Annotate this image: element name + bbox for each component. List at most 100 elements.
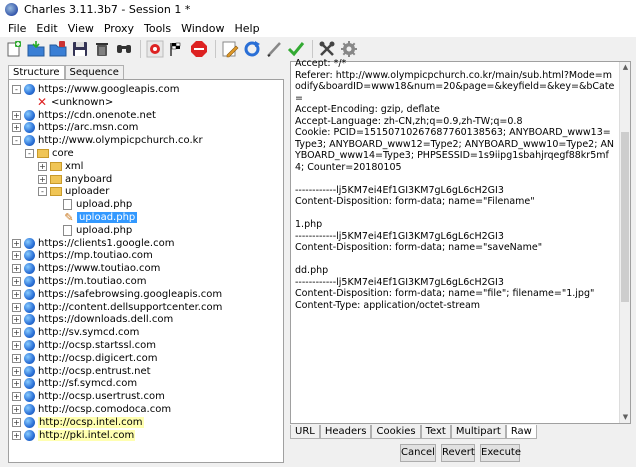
tab-multipart[interactable]: Multipart — [450, 425, 506, 439]
tab-text[interactable]: Text — [420, 425, 451, 439]
tab-sequence[interactable]: Sequence — [64, 65, 124, 79]
toolbar-separator — [215, 40, 216, 58]
raw-request-text[interactable]: Accept: */* Referer: http://www.olympicp… — [295, 58, 615, 418]
repeat-icon[interactable] — [242, 39, 262, 59]
expand-icon[interactable]: + — [12, 123, 21, 133]
import-icon[interactable] — [48, 39, 68, 59]
expand-icon[interactable]: + — [38, 161, 47, 171]
menu-proxy[interactable]: Proxy — [100, 22, 140, 35]
tools-icon[interactable] — [317, 39, 337, 59]
tree-node-label: http://sf.symcd.com — [38, 378, 138, 390]
menu-tools[interactable]: Tools — [140, 22, 177, 35]
expand-icon[interactable]: + — [12, 315, 21, 325]
tab-url[interactable]: URL — [290, 425, 320, 439]
expand-icon[interactable]: + — [12, 430, 21, 440]
expand-icon[interactable]: + — [12, 379, 21, 389]
tree-node[interactable]: + http://content.dellsupportcenter.com — [12, 301, 222, 314]
tree-node[interactable]: + xml — [38, 160, 83, 173]
edit-icon[interactable] — [220, 39, 240, 59]
expand-icon[interactable]: + — [12, 277, 21, 286]
clear-session-icon[interactable] — [92, 39, 112, 59]
expand-icon[interactable]: + — [12, 392, 21, 402]
tree-node[interactable]: + http://sv.symcd.com — [12, 326, 139, 339]
tree-node[interactable]: + http://ocsp.startssl.com — [12, 339, 156, 352]
tree-node[interactable]: + http://ocsp.comodoca.com — [12, 403, 171, 416]
expand-icon[interactable]: + — [12, 417, 21, 427]
tree-node-label: http://ocsp.digicert.com — [38, 352, 158, 364]
tree-node[interactable]: upload.php — [51, 224, 132, 237]
tree-node[interactable]: + http://ocsp.entrust.net — [12, 365, 151, 378]
collapse-icon[interactable]: - — [38, 187, 47, 197]
tree-node-label: http://ocsp.intel.com — [38, 416, 144, 428]
tree-node[interactable]: ✎ upload.php — [51, 211, 138, 224]
new-session-icon[interactable] — [4, 39, 24, 59]
expand-icon[interactable]: + — [12, 353, 21, 363]
record-icon[interactable] — [145, 39, 165, 59]
pencil-icon: ✎ — [64, 211, 74, 224]
tab-raw[interactable]: Raw — [505, 425, 537, 439]
menu-window[interactable]: Window — [177, 22, 230, 35]
throttle-icon[interactable] — [167, 39, 187, 59]
vertical-scrollbar[interactable]: ▲ ▼ — [619, 62, 630, 423]
tree-node[interactable]: + https://safebrowsing.googleapis.com — [12, 288, 222, 301]
tree-node[interactable]: + https://clients1.google.com — [12, 237, 174, 250]
tree-node[interactable]: + https://www.toutiao.com — [12, 262, 160, 275]
expand-icon[interactable]: + — [12, 366, 21, 376]
scroll-thumb[interactable] — [621, 132, 629, 302]
tree-node[interactable]: + https://arc.msn.com — [12, 121, 138, 134]
tree-node[interactable]: + http://ocsp.usertrust.com — [12, 390, 165, 403]
tree-node[interactable]: + https://downloads.dell.com — [12, 313, 173, 326]
tree-node[interactable]: - http://www.olympicpchurch.co.kr — [12, 134, 203, 147]
expand-icon[interactable]: + — [12, 251, 21, 261]
save-icon[interactable] — [70, 39, 90, 59]
tab-cookies[interactable]: Cookies — [371, 425, 421, 439]
tree-node[interactable]: + http://sf.symcd.com — [12, 377, 137, 390]
expand-icon[interactable]: + — [12, 328, 21, 338]
revert-button[interactable]: Revert — [441, 444, 475, 462]
collapse-icon[interactable]: - — [12, 85, 21, 94]
expand-icon[interactable]: + — [12, 341, 21, 350]
tree-node[interactable]: + http://ocsp.intel.com — [12, 416, 144, 429]
menu-file[interactable]: File — [4, 22, 32, 35]
expand-icon[interactable]: + — [12, 302, 21, 312]
menu-view[interactable]: View — [64, 22, 100, 35]
tree-node[interactable]: + anyboard — [38, 173, 112, 186]
tree-node[interactable]: + http://ocsp.digicert.com — [12, 352, 157, 365]
expand-icon[interactable]: + — [12, 405, 21, 414]
compose-icon[interactable] — [264, 39, 284, 59]
open-session-icon[interactable] — [26, 39, 46, 59]
validate-icon[interactable] — [286, 39, 306, 59]
menu-edit[interactable]: Edit — [32, 22, 63, 35]
scroll-down-icon[interactable]: ▼ — [620, 412, 631, 423]
breakpoints-icon[interactable] — [189, 39, 209, 59]
tree-node[interactable]: upload.php — [51, 198, 132, 211]
tree-node[interactable]: + https://m.toutiao.com — [12, 275, 146, 288]
tree-node[interactable]: + https://mp.toutiao.com — [12, 249, 153, 262]
tree-node[interactable]: + https://cdn.onenote.net — [12, 109, 156, 122]
menu-help[interactable]: Help — [230, 22, 265, 35]
tree-node-label: upload.php — [77, 212, 138, 223]
scroll-up-icon[interactable]: ▲ — [620, 62, 631, 73]
cancel-button[interactable]: Cancel — [400, 444, 436, 462]
tree-node[interactable]: - core — [25, 147, 74, 160]
tree-node[interactable]: ✕ <unknown> — [25, 95, 113, 109]
tree-node[interactable]: - https://www.googleapis.com — [12, 83, 180, 96]
tree-node[interactable]: + http://pki.intel.com — [12, 429, 136, 442]
expand-icon[interactable]: + — [12, 110, 21, 120]
tree-node[interactable]: - uploader — [38, 185, 109, 198]
settings-icon[interactable] — [339, 39, 359, 59]
tree-node-label: http://www.olympicpchurch.co.kr — [38, 135, 203, 147]
globe-icon — [24, 84, 35, 95]
tab-headers[interactable]: Headers — [319, 425, 372, 439]
collapse-icon[interactable]: - — [12, 136, 21, 146]
execute-button[interactable]: Execute — [480, 444, 521, 462]
expand-icon[interactable]: + — [12, 289, 21, 299]
tab-structure[interactable]: Structure — [8, 65, 65, 79]
tree-node-label: https://cdn.onenote.net — [38, 109, 156, 121]
collapse-icon[interactable]: - — [25, 149, 34, 158]
expand-icon[interactable]: + — [38, 174, 47, 184]
expand-icon[interactable]: + — [12, 238, 21, 248]
tree-node-label: https://safebrowsing.googleapis.com — [38, 288, 223, 300]
expand-icon[interactable]: + — [12, 264, 21, 274]
find-icon[interactable] — [114, 39, 134, 59]
